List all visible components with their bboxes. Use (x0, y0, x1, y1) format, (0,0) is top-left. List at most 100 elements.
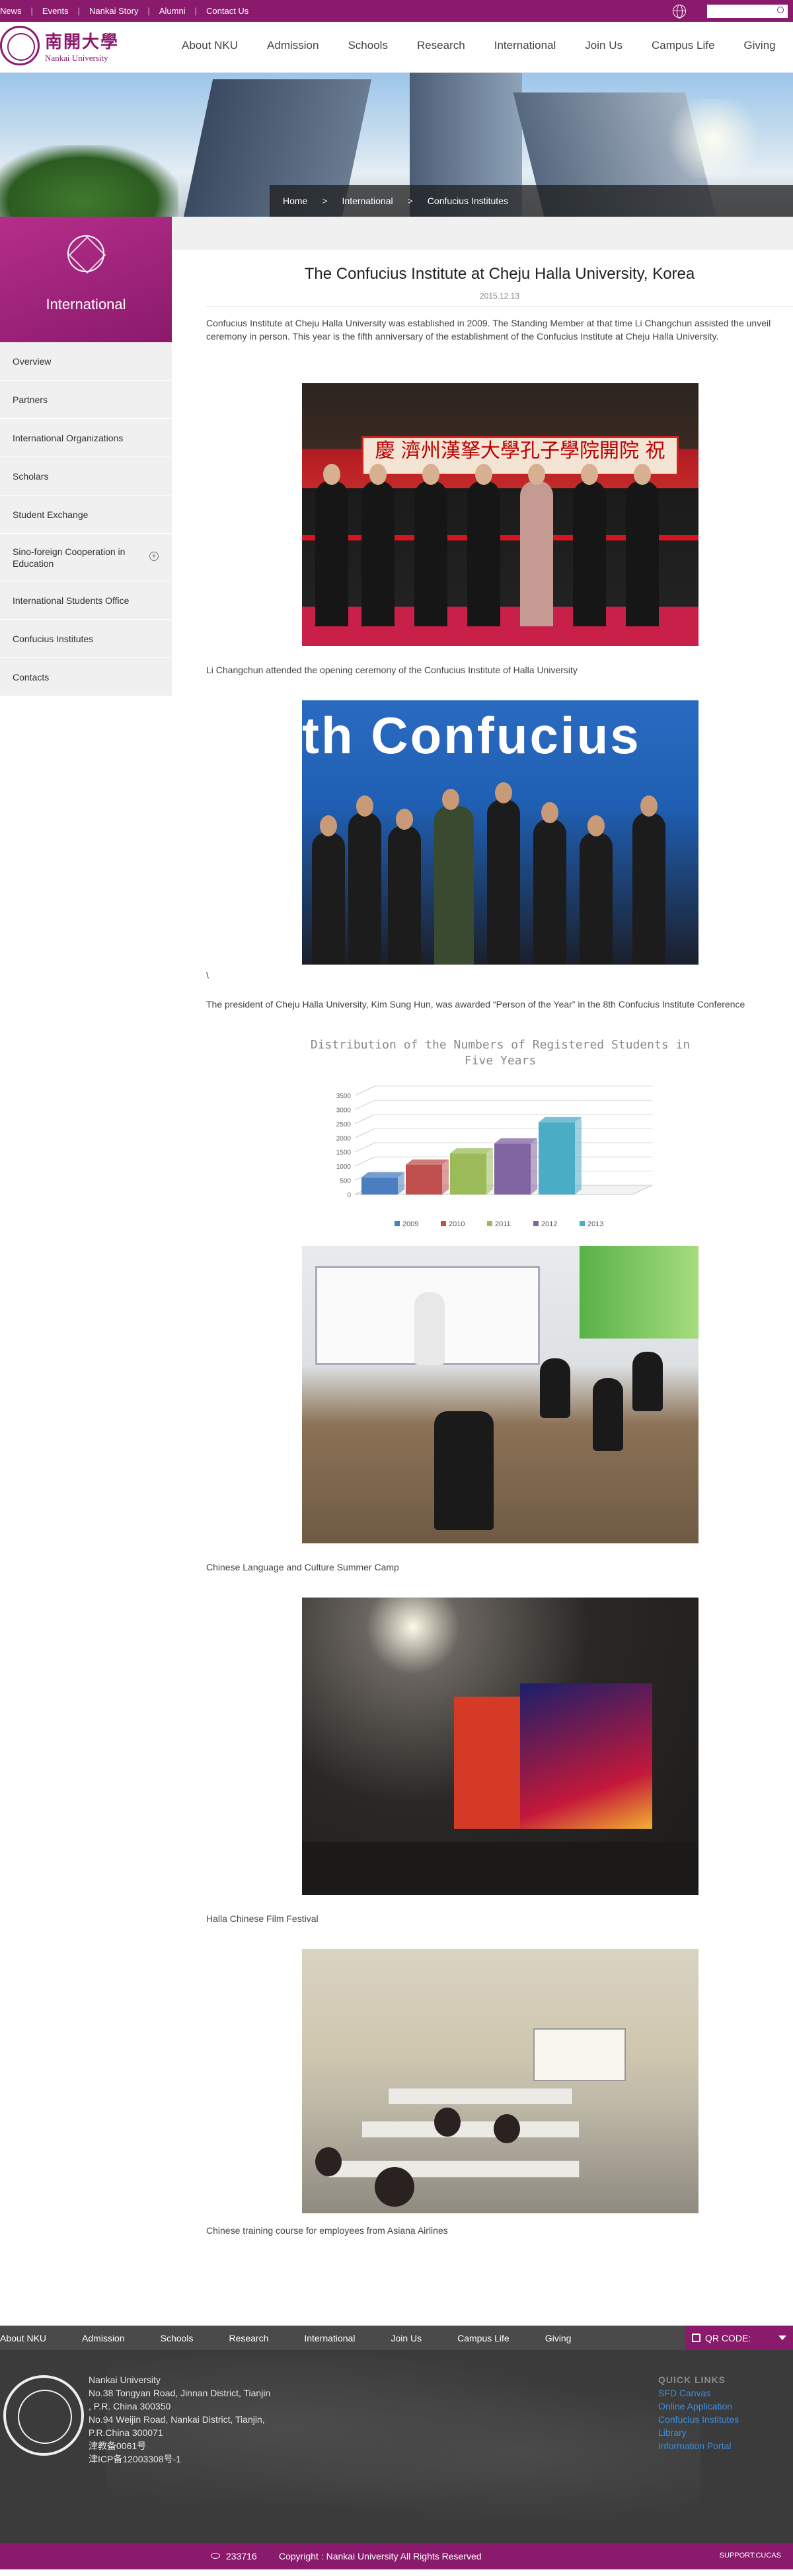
support-credit: SUPPORT:CUCAS (719, 2552, 781, 2559)
footer-nav-about-nku[interactable]: About NKU (0, 2333, 46, 2343)
y-tick-label: 2000 (336, 1135, 352, 1142)
bottom-bar: 233716 Copyright : Nankai University All… (0, 2543, 793, 2569)
bar-2011 (450, 1153, 486, 1195)
bar-2013 (539, 1122, 575, 1195)
nav-about-nku[interactable]: About NKU (182, 39, 238, 52)
footer: Nankai University No.38 Tongyan Road, Ji… (0, 2350, 793, 2543)
y-tick-label: 3000 (336, 1107, 352, 1114)
nav-research[interactable]: Research (417, 39, 465, 52)
article-title: The Confucius Institute at Cheju Halla U… (304, 265, 695, 283)
nav-giving[interactable]: Giving (743, 39, 775, 52)
top-link-contact-us[interactable]: Contact Us (197, 6, 258, 16)
legend-swatch-2013 (580, 1221, 585, 1226)
header: 南開大學 Nankai University About NKU Admissi… (0, 22, 793, 73)
y-tick-label: 3500 (336, 1093, 352, 1100)
copyright: Copyright : Nankai University All Rights… (279, 2551, 482, 2561)
caption-opening-ceremony: Li Changchun attended the opening ceremo… (206, 665, 578, 675)
nav-campus-life[interactable]: Campus Life (652, 39, 714, 52)
stray-backslash: \ (206, 970, 209, 980)
search-icon[interactable] (777, 7, 784, 13)
logo[interactable]: 南開大學 Nankai University (0, 26, 119, 65)
chart-title: Distribution of the Numbers of Registere… (310, 1038, 691, 1068)
bar-2009 (361, 1177, 398, 1195)
logo-english-name: Nankai University (45, 52, 108, 63)
quick-link-library[interactable]: Library (658, 2426, 739, 2439)
bar-side-2012 (531, 1138, 537, 1195)
quick-link-online-application[interactable]: Online Application (658, 2400, 739, 2413)
globe-icon[interactable] (673, 5, 686, 18)
chart-svg: 3500 3000 2500 2000 1500 1000 500 0 2009 2010 2011… (336, 1086, 653, 1228)
y-tick-label: 1000 (336, 1163, 352, 1171)
photo-opening-ceremony: 慶 濟州漢拏大學孔子學院開院 祝 (302, 383, 699, 646)
breadcrumb: Home > International > Confucius Institu… (270, 185, 793, 217)
sidebar-item-scholars[interactable]: Scholars (0, 457, 172, 496)
legend-label-2012: 2012 (541, 1220, 557, 1228)
sidebar-item-overview[interactable]: Overview (0, 342, 172, 381)
y-tick-label: 2500 (336, 1121, 352, 1128)
sidebar: International Overview Partners Internat… (0, 217, 172, 696)
logo-chinese-name: 南開大學 (45, 32, 120, 52)
legend-label-2013: 2013 (587, 1220, 603, 1228)
nav-international[interactable]: International (494, 39, 556, 52)
legend-label-2010: 2010 (449, 1220, 465, 1228)
eye-icon (211, 2553, 220, 2559)
sidebar-item-partners[interactable]: Partners (0, 381, 172, 419)
sidebar-item-international-organizations[interactable]: International Organizations (0, 419, 172, 457)
legend-swatch-2009 (395, 1221, 400, 1226)
nav-admission[interactable]: Admission (267, 39, 319, 52)
photo-person-of-year: th Confucius (302, 700, 699, 965)
qr-code-button[interactable]: QR CODE: (685, 2326, 793, 2350)
footer-nav-admission[interactable]: Admission (82, 2333, 125, 2343)
hero-banner: Home > International > Confucius Institu… (0, 73, 793, 217)
footer-nav-research[interactable]: Research (229, 2333, 268, 2343)
sidebar-item-international-students-office[interactable]: International Students Office (0, 581, 172, 620)
top-link-events[interactable]: Events (33, 6, 78, 16)
quick-links-title: QUICK LINKS (658, 2374, 726, 2385)
bar-top-2011 (450, 1148, 493, 1154)
caret-down-icon (778, 2336, 786, 2340)
sidebar-item-confucius-institutes[interactable]: Confucius Institutes (0, 620, 172, 658)
sidebar-item-sino-foreign-cooperation[interactable]: Sino-foreign Cooperation in Education + (0, 534, 172, 581)
top-bar: News | Events | Nankai Story | Alumni | Cont… (0, 0, 793, 22)
footer-seal-icon (3, 2375, 84, 2456)
top-link-news[interactable]: News (0, 6, 31, 16)
top-link-nankai-story[interactable]: Nankai Story (80, 6, 147, 16)
footer-nav-campus-life[interactable]: Campus Life (457, 2333, 510, 2343)
expand-plus-icon[interactable]: + (149, 552, 159, 561)
conference-backdrop-text: th Confucius (302, 706, 641, 764)
legend-label-2009: 2009 (402, 1220, 418, 1228)
sidebar-item-student-exchange[interactable]: Student Exchange (0, 496, 172, 534)
top-link-alumni[interactable]: Alumni (150, 6, 195, 16)
footer-nav-giving[interactable]: Giving (545, 2333, 572, 2343)
photo-asiana-training (302, 1949, 699, 2213)
bar-top-2013 (539, 1117, 582, 1122)
breadcrumb-international[interactable]: International (342, 196, 393, 206)
bar-2012 (494, 1143, 531, 1195)
search-input[interactable] (707, 5, 788, 18)
breadcrumb-confucius-institutes[interactable]: Confucius Institutes (428, 196, 508, 206)
nav-schools[interactable]: Schools (348, 39, 387, 52)
footer-nav: About NKU Admission Schools Research Int… (0, 2326, 793, 2350)
visit-counter: 233716 (226, 2551, 257, 2561)
breadcrumb-home[interactable]: Home (283, 196, 307, 206)
photo-film-festival (302, 1598, 699, 1895)
footer-nav-join-us[interactable]: Join Us (391, 2333, 422, 2343)
students-chart: Distribution of the Numbers of Registere… (302, 1037, 699, 1235)
nav-join-us[interactable]: Join Us (585, 39, 623, 52)
quick-link-information-portal[interactable]: Information Portal (658, 2439, 739, 2452)
caption-summer-camp: Chinese Language and Culture Summer Camp (206, 1562, 399, 1572)
bar-side-2013 (575, 1117, 582, 1195)
footer-nav-schools[interactable]: Schools (161, 2333, 194, 2343)
y-tick-label: 1500 (336, 1150, 352, 1157)
quick-link-confucius-institutes[interactable]: Confucius Institutes (658, 2413, 739, 2426)
university-seal-icon (0, 26, 40, 65)
top-links: News | Events | Nankai Story | Alumni | Cont… (0, 6, 258, 16)
article: The Confucius Institute at Cheju Halla U… (206, 250, 793, 2236)
y-tick-label: 0 (347, 1192, 351, 1199)
caption-film-festival: Halla Chinese Film Festival (206, 1913, 319, 1924)
legend-swatch-2012 (533, 1221, 539, 1226)
sidebar-item-contacts[interactable]: Contacts (0, 658, 172, 696)
quick-link-sfd-canvas[interactable]: SFD Canvas (658, 2386, 739, 2400)
footer-nav-international[interactable]: International (304, 2333, 355, 2343)
bar-top-2009 (361, 1172, 404, 1178)
